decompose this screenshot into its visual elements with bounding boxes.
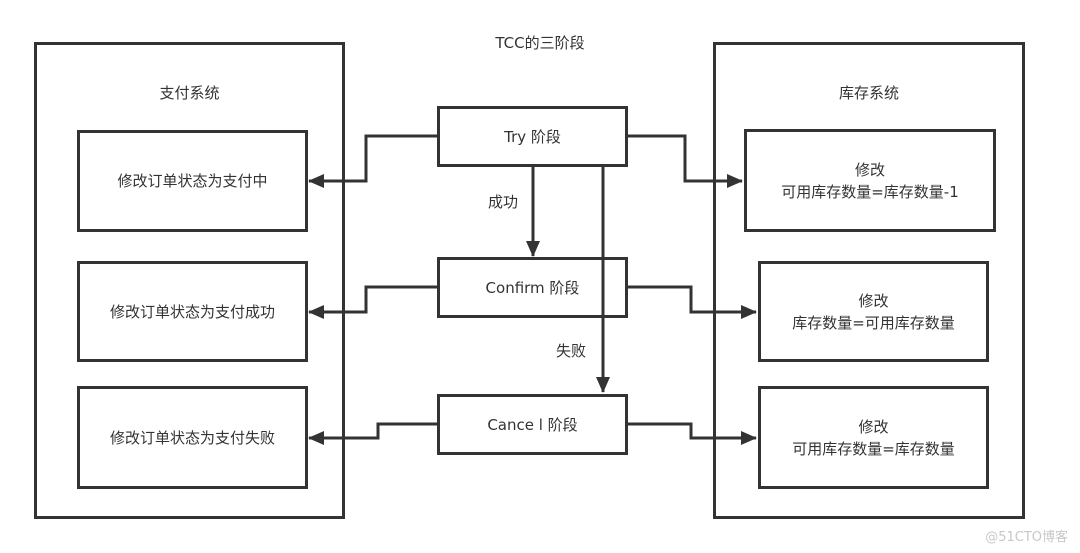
payment-item-text: 修改订单状态为支付中 <box>117 172 268 190</box>
phase-cancel: Cance l 阶段 <box>437 394 628 455</box>
inventory-item-reserve: 修改 可用库存数量=库存数量-1 <box>744 129 996 232</box>
watermark: @51CTO博客 <box>985 530 1068 545</box>
payment-item-text: 修改订单状态为支付失败 <box>109 428 275 447</box>
payment-item-pending: 修改订单状态为支付中 <box>77 130 308 232</box>
inventory-item-rollback: 修改 可用库存数量=库存数量 <box>758 386 989 489</box>
inventory-item-line2: 可用库存数量=库存数量 <box>792 439 955 458</box>
phase-label: Cance l 阶段 <box>487 415 578 434</box>
phase-confirm: Confirm 阶段 <box>437 257 628 318</box>
payment-item-text: 修改订单状态为支付成功 <box>109 302 275 321</box>
inventory-item-line1: 修改 <box>858 291 889 310</box>
phase-label: Try 阶段 <box>504 127 561 146</box>
inventory-item-line2: 可用库存数量=库存数量-1 <box>781 182 959 201</box>
payment-item-failed: 修改订单状态为支付失败 <box>77 386 308 489</box>
inventory-item-line2: 库存数量=可用库存数量 <box>792 313 955 332</box>
payment-item-success: 修改订单状态为支付成功 <box>77 261 308 362</box>
edge-label-success: 成功 <box>488 193 519 211</box>
inventory-item-line1: 修改 <box>854 160 885 179</box>
inventory-item-text: 修改 库存数量=可用库存数量 <box>761 290 986 334</box>
inventory-item-commit: 修改 库存数量=可用库存数量 <box>758 261 989 362</box>
phase-try: Try 阶段 <box>437 106 628 167</box>
inventory-item-text: 修改 可用库存数量=库存数量 <box>761 416 986 460</box>
payment-system-title: 支付系统 <box>159 84 220 102</box>
inventory-system-title: 库存系统 <box>838 84 899 102</box>
inventory-item-text: 修改 可用库存数量=库存数量-1 <box>747 159 993 203</box>
diagram-title: TCC的三阶段 <box>495 34 585 52</box>
phase-label: Confirm 阶段 <box>485 278 580 297</box>
inventory-item-line1: 修改 <box>858 417 889 436</box>
edge-label-failure: 失败 <box>556 342 587 360</box>
